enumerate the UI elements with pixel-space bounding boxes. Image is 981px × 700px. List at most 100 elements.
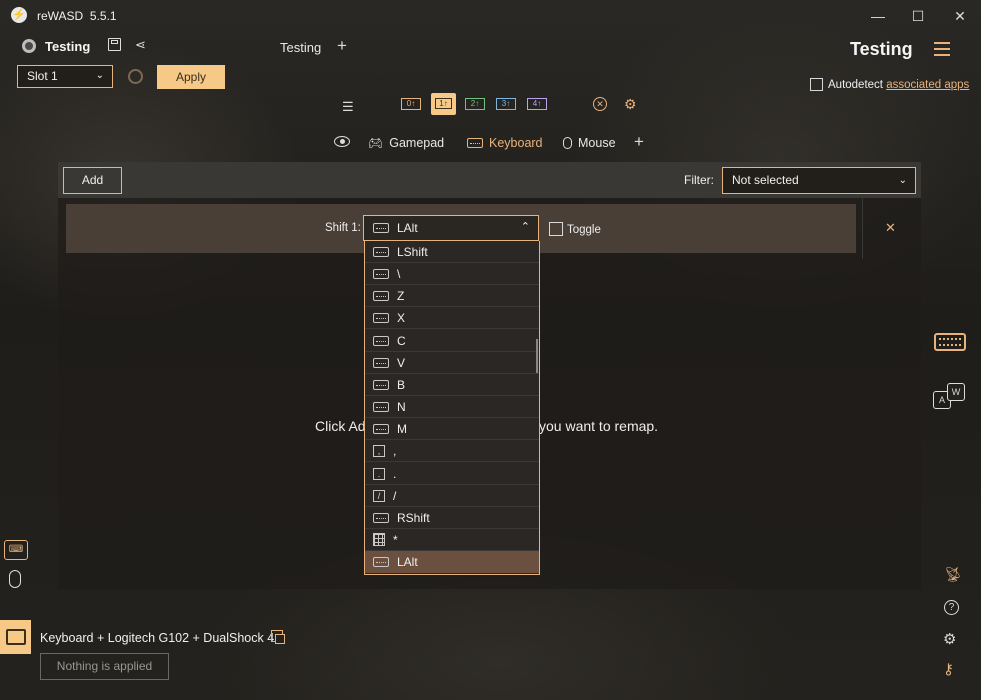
app-logo-icon: ⚡ [11, 7, 27, 23]
dropdown-item-x[interactable]: X [365, 307, 539, 329]
dropdown-item-label: * [393, 532, 398, 547]
dropdown-item-b[interactable]: B [365, 374, 539, 396]
dropdown-item-rshift[interactable]: RShift [365, 507, 539, 529]
slot-select[interactable]: Slot 1 ⌄ [17, 65, 113, 88]
associated-apps-link[interactable]: associated apps [886, 79, 969, 91]
key-icon: / [373, 489, 385, 502]
dropdown-item-lalt[interactable]: LAlt [365, 551, 539, 573]
hamburger-menu-icon[interactable] [934, 42, 950, 56]
controller-combo-icon[interactable]: ⚙ [624, 96, 637, 113]
gamepad-keyboard-icon[interactable]: ⌨ [4, 540, 28, 560]
dropdown-item-z[interactable]: Z [365, 285, 539, 307]
keyboard-icon [373, 401, 389, 412]
layer-0-icon[interactable]: 0↑ [401, 98, 421, 110]
tab-mouse-label: Mouse [578, 136, 616, 150]
dropdown-item-backslash[interactable]: \ [365, 263, 539, 285]
dropdown-item-lshift[interactable]: LShift [365, 241, 539, 263]
tab-gamepad[interactable]: 🎮︎ Gamepad [368, 136, 444, 150]
config-name[interactable]: Testing [45, 39, 90, 54]
keyboard-icon [373, 223, 389, 233]
list-view-icon[interactable]: ☰ [342, 99, 354, 115]
share-icon[interactable]: ⋖ [135, 37, 146, 53]
keyboard-icon [373, 312, 389, 323]
slot-selected: Slot 1 [27, 69, 58, 83]
app-version: 5.5.1 [89, 9, 117, 23]
add-tab-button[interactable]: + [337, 36, 347, 56]
dropdown-item-label: LAlt [397, 555, 418, 569]
numpad-icon [373, 533, 385, 546]
broadcast-icon[interactable]: 📡︎ [944, 566, 962, 583]
dropdown-item-label: \ [397, 266, 401, 281]
close-window-button[interactable]: ✕ [949, 6, 971, 26]
keyboard-icon [373, 557, 389, 567]
autodetect-text: Autodetect [828, 79, 883, 91]
xbox-icon[interactable]: ✕ [593, 97, 607, 111]
shift-label: Shift 1: [325, 222, 361, 234]
shift-key-select[interactable]: LAlt ⌃ [363, 215, 539, 241]
mouse-device-icon[interactable] [9, 570, 21, 588]
keyboard-icon [373, 357, 389, 368]
add-button[interactable]: Add [63, 167, 122, 194]
copy-icon[interactable] [271, 630, 285, 644]
dropdown-item-label: RShift [397, 510, 430, 525]
dropdown-item-label: N [397, 399, 406, 414]
dropdown-item-v[interactable]: V [365, 352, 539, 374]
chevron-down-icon: ⌄ [898, 175, 907, 186]
layer-4-icon[interactable]: 4↑ [527, 98, 547, 110]
device-status-button[interactable]: Nothing is applied [40, 653, 169, 680]
slot-target-icon[interactable] [128, 69, 143, 84]
dropdown-scrollbar[interactable] [536, 339, 538, 373]
license-key-icon[interactable]: ⚷ [943, 660, 954, 678]
add-mode-button[interactable]: + [634, 132, 644, 152]
apply-button[interactable]: Apply [157, 65, 225, 89]
hint-text-left: Click Ad [315, 418, 366, 434]
layer-2-icon[interactable]: 2↑ [465, 98, 485, 110]
minimize-button[interactable]: — [867, 6, 889, 26]
tab-keyboard-label: Keyboard [489, 136, 543, 150]
dropdown-item-c[interactable]: C [365, 330, 539, 352]
eye-icon[interactable] [334, 136, 350, 147]
dropdown-item-slash[interactable]: / / [365, 485, 539, 507]
remove-shift-button[interactable]: ✕ [885, 220, 896, 236]
dropdown-item-label: B [397, 377, 406, 392]
dropdown-item-m[interactable]: M [365, 418, 539, 440]
tab-keyboard[interactable]: Keyboard [467, 136, 543, 150]
app-name: reWASD [37, 9, 84, 23]
config-status-icon [22, 39, 36, 53]
dropdown-item-label: , [393, 443, 397, 458]
filter-label: Filter: [684, 173, 714, 187]
filter-select[interactable]: Not selected ⌄ [722, 167, 916, 194]
dropdown-item-comma[interactable]: ,, [365, 440, 539, 462]
tab-mouse[interactable]: Mouse [563, 136, 616, 150]
dropdown-item-asterisk[interactable]: * [365, 529, 539, 551]
tab-testing[interactable]: Testing [280, 40, 321, 55]
dropdown-item-label: C [397, 333, 406, 348]
keyboard-layout-icon[interactable] [934, 333, 966, 351]
chevron-up-icon: ⌃ [520, 221, 530, 233]
help-icon[interactable]: ? [944, 600, 959, 615]
header-title: Testing [850, 39, 913, 59]
autodetect-checkbox[interactable] [810, 78, 823, 91]
layer-3-icon[interactable]: 3↑ [496, 98, 516, 110]
keyboard-icon [373, 423, 389, 434]
key-remap-icon[interactable]: A W [933, 383, 967, 411]
toggle-checkbox[interactable] [549, 222, 563, 236]
app-title: reWASD 5.5.1 [37, 9, 117, 23]
dropdown-item-label: LShift [397, 244, 428, 259]
settings-gear-icon[interactable]: ⚙ [943, 630, 956, 648]
gamepad-icon: 🎮︎ [368, 136, 384, 150]
dropdown-item-period[interactable]: .. [365, 463, 539, 485]
dropdown-item-n[interactable]: N [365, 396, 539, 418]
dropdown-item-label: X [397, 310, 406, 325]
keyboard-icon [467, 138, 483, 148]
keyboard-icon [373, 379, 389, 390]
dropdown-item-label: M [397, 421, 407, 436]
layer-1-icon[interactable]: 1↑ [431, 93, 456, 115]
maximize-button[interactable]: ☐ [907, 6, 929, 26]
shift-selected: LAlt [397, 221, 418, 235]
save-icon[interactable] [108, 38, 121, 51]
toggle-label: Toggle [567, 224, 601, 236]
device-icon[interactable] [0, 620, 31, 654]
shift-key-dropdown[interactable]: LShift \ Z X C V B N M ,, .. / / RShift *… [364, 241, 540, 575]
dropdown-item-label: . [393, 466, 397, 481]
